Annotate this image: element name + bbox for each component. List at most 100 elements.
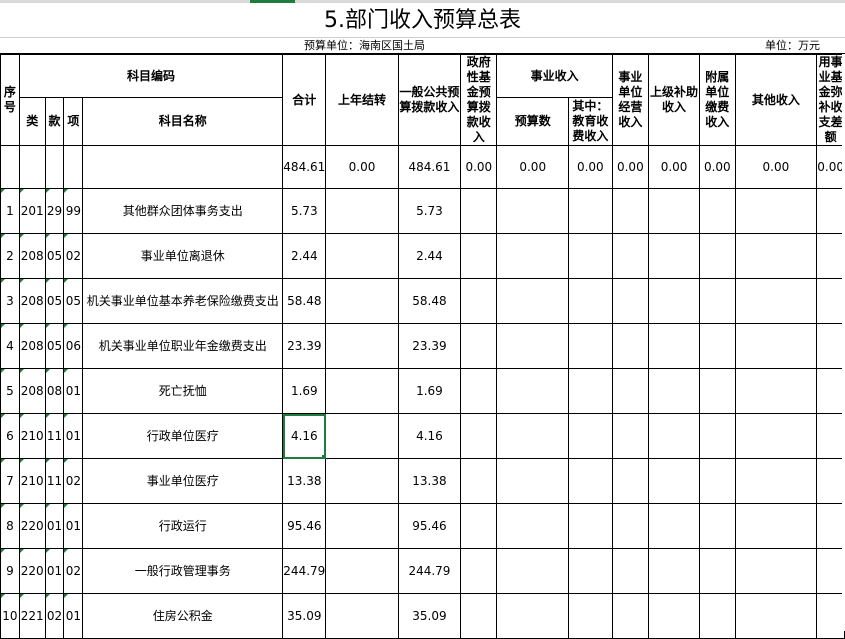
row-xiang-cell[interactable]: 06 [63,323,84,369]
row-carryover-cell[interactable] [325,593,399,639]
header-gov-fund[interactable]: 政府性基金预算拨款收入 [460,54,498,146]
total-career-operation-cell[interactable]: 0.00 [611,145,650,189]
row-xiang-cell[interactable]: 02 [63,458,84,504]
row-empty-cell[interactable] [567,458,613,504]
budget-unit-label[interactable]: 预算单位：海南区国土局 [304,38,425,54]
row-general-cell[interactable]: 13.38 [397,458,462,504]
row-empty-cell[interactable] [816,593,845,639]
row-empty-cell[interactable] [816,323,845,369]
row-seq-cell[interactable]: 8 [0,503,20,549]
row-empty-cell[interactable] [734,233,818,279]
row-total-cell[interactable]: 35.09 [282,593,327,639]
row-empty-cell[interactable] [460,593,498,639]
row-general-cell[interactable]: 244.79 [397,548,462,594]
row-kuan-cell[interactable]: 05 [44,323,65,369]
row-empty-cell[interactable] [460,323,498,369]
row-empty-cell[interactable] [647,233,701,279]
row-empty-cell[interactable] [647,458,701,504]
row-lei-cell[interactable]: 221 [18,593,46,639]
sheet-title[interactable]: 5.部门收入预算总表 [0,4,845,38]
row-xiang-cell[interactable]: 02 [63,548,84,594]
row-lei-cell[interactable]: 208 [18,323,46,369]
row-empty-cell[interactable] [611,503,650,549]
row-empty-cell[interactable] [567,413,613,459]
row-general-cell[interactable]: 35.09 [397,593,462,639]
row-lei-cell[interactable]: 210 [18,458,46,504]
row-empty-cell[interactable] [460,548,498,594]
row-empty-cell[interactable] [496,233,569,279]
header-career-edu[interactable]: 其中：教育收费收入 [567,97,613,146]
row-carryover-cell[interactable] [325,278,399,324]
row-lei-cell[interactable]: 208 [18,368,46,414]
header-affiliated[interactable]: 附属单位缴费收入 [699,54,736,146]
row-empty-cell[interactable] [734,188,818,234]
row-empty-cell[interactable] [816,458,845,504]
row-lei-cell[interactable]: 210 [18,413,46,459]
table-cell[interactable] [63,145,84,189]
row-carryover-cell[interactable] [325,233,399,279]
row-empty-cell[interactable] [611,233,650,279]
row-carryover-cell[interactable] [325,458,399,504]
row-general-cell[interactable]: 5.73 [397,188,462,234]
row-empty-cell[interactable] [734,503,818,549]
table-cell[interactable] [82,145,284,189]
row-kuan-cell[interactable]: 01 [44,503,65,549]
row-general-cell[interactable]: 23.39 [397,323,462,369]
row-total-cell[interactable]: 1.69 [282,368,327,414]
row-empty-cell[interactable] [460,503,498,549]
row-general-cell[interactable]: 95.46 [397,503,462,549]
row-general-cell[interactable]: 58.48 [397,278,462,324]
row-empty-cell[interactable] [567,368,613,414]
row-empty-cell[interactable] [699,548,736,594]
header-code-group[interactable]: 科目编码 [18,53,284,99]
row-total-cell[interactable]: 95.46 [282,503,327,549]
header-fund-balance[interactable]: 用事业基金弥补收支差额 [816,54,845,146]
row-xiang-cell[interactable]: 01 [63,368,84,414]
row-empty-cell[interactable] [647,368,701,414]
row-empty-cell[interactable] [816,548,845,594]
row-seq-cell[interactable]: 9 [0,548,20,594]
total-superior-subsidy-cell[interactable]: 0.00 [647,145,701,189]
header-career-income[interactable]: 事业收入 [496,53,613,99]
row-empty-cell[interactable] [734,593,818,639]
row-empty-cell[interactable] [699,458,736,504]
row-name-cell[interactable]: 其他群众团体事务支出 [82,188,284,234]
total-fund-balance-cell[interactable]: 0.00 [816,145,845,189]
row-empty-cell[interactable] [496,368,569,414]
row-empty-cell[interactable] [611,368,650,414]
row-seq-cell[interactable]: 4 [0,323,20,369]
row-empty-cell[interactable] [496,413,569,459]
row-empty-cell[interactable] [699,503,736,549]
header-other[interactable]: 其他收入 [734,54,818,146]
row-empty-cell[interactable] [496,593,569,639]
row-empty-cell[interactable] [567,188,613,234]
row-empty-cell[interactable] [460,368,498,414]
row-empty-cell[interactable] [734,323,818,369]
row-total-cell[interactable]: 244.79 [282,548,327,594]
header-career-budget[interactable]: 预算数 [496,97,569,146]
table-cell[interactable] [18,145,46,189]
header-general-budget[interactable]: 一般公共预算拨款收入 [397,54,462,146]
row-carryover-cell[interactable] [325,413,399,459]
header-lei[interactable]: 类 [18,97,46,146]
row-empty-cell[interactable] [647,323,701,369]
row-seq-cell[interactable]: 1 [0,188,20,234]
row-empty-cell[interactable] [816,413,845,459]
row-carryover-cell[interactable] [325,548,399,594]
row-empty-cell[interactable] [496,278,569,324]
row-empty-cell[interactable] [734,458,818,504]
row-name-cell[interactable]: 住房公积金 [82,593,284,639]
row-xiang-cell[interactable]: 01 [63,503,84,549]
row-empty-cell[interactable] [734,413,818,459]
total-career-budget-cell[interactable]: 0.00 [496,145,569,189]
row-empty-cell[interactable] [647,503,701,549]
row-empty-cell[interactable] [611,548,650,594]
row-seq-cell[interactable]: 5 [0,368,20,414]
row-kuan-cell[interactable]: 11 [44,458,65,504]
header-carryover[interactable]: 上年结转 [325,54,399,146]
row-name-cell[interactable]: 行政单位医疗 [82,413,284,459]
row-carryover-cell[interactable] [325,323,399,369]
row-total-cell[interactable]: 23.39 [282,323,327,369]
row-name-cell[interactable]: 行政运行 [82,503,284,549]
total-carryover-cell[interactable]: 0.00 [325,145,399,189]
